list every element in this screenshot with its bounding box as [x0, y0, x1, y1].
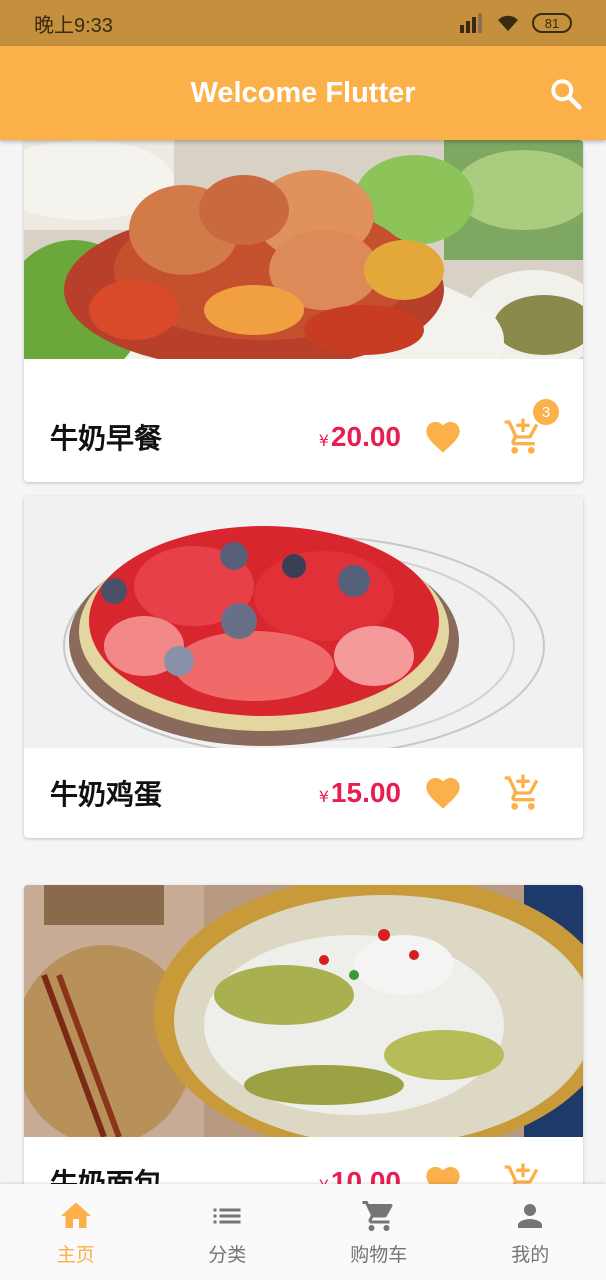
nav-label: 主页 [56, 1244, 95, 1266]
add-to-cart-button[interactable] [503, 1162, 543, 1184]
currency-symbol: ¥ [319, 1176, 329, 1185]
currency-symbol: ¥ [318, 430, 329, 450]
favorite-icon[interactable] [423, 1162, 463, 1184]
product-info-row: 牛奶早餐 ¥ 20.00 3 [24, 392, 583, 482]
product-list[interactable]: 牛奶早餐 ¥ 20.00 3 牛奶鸡蛋 ¥ 15.00 牛奶面包 10.00 [0, 140, 606, 1184]
nav-item-home[interactable]: 主页 [0, 1184, 152, 1280]
bottom-navigation: 主页 分类 购物车 我的 [0, 1184, 606, 1280]
nav-item-cart[interactable]: 购物车 [303, 1184, 455, 1280]
nav-item-profile[interactable]: 我的 [455, 1184, 606, 1280]
cart-count-badge: 3 [533, 399, 559, 425]
battery-icon: 81 [532, 13, 572, 33]
nav-label: 购物车 [350, 1244, 408, 1266]
product-card[interactable]: 牛奶面包 ¥ 10.00 [24, 885, 583, 1184]
add-to-cart-button[interactable]: 3 [503, 399, 559, 457]
list-icon [213, 1208, 241, 1224]
cart-icon [362, 1201, 393, 1231]
search-icon[interactable] [548, 76, 584, 112]
product-image-sweet-sour-pork [24, 140, 583, 392]
add-cart-icon [504, 418, 539, 454]
product-image-strawberry-tart [24, 496, 583, 748]
product-price: 20.00 [330, 421, 401, 452]
product-card[interactable]: 牛奶鸡蛋 ¥ 15.00 [24, 496, 583, 838]
product-name: 牛奶鸡蛋 [50, 778, 163, 811]
wifi-icon [498, 15, 518, 31]
favorite-icon[interactable] [423, 773, 463, 813]
add-cart-icon [504, 774, 539, 810]
status-time: 晚上9:33 [34, 14, 113, 37]
product-image-pickled-fish [24, 885, 583, 1137]
favorite-icon[interactable] [423, 417, 463, 457]
product-name: 牛奶早餐 [50, 422, 163, 455]
nav-label: 我的 [511, 1244, 550, 1266]
product-info-row: 牛奶鸡蛋 ¥ 15.00 [24, 748, 583, 838]
product-name: 牛奶面包 [50, 1167, 163, 1184]
product-price: 15.00 [330, 777, 401, 808]
add-cart-icon [504, 1163, 539, 1184]
product-price: 10.00 [330, 1166, 401, 1184]
status-icons: 81 [458, 13, 572, 33]
app-bar: Welcome Flutter [0, 46, 606, 140]
battery-level: 81 [544, 15, 560, 31]
signal-icon [460, 13, 482, 33]
home-icon [60, 1202, 91, 1228]
add-to-cart-button[interactable] [503, 773, 543, 813]
status-bar: 晚上9:33 81 [0, 0, 606, 46]
page-title: Welcome Flutter [190, 76, 416, 109]
product-card[interactable]: 牛奶早餐 ¥ 20.00 3 [24, 140, 583, 482]
nav-label: 分类 [208, 1244, 247, 1266]
nav-item-category[interactable]: 分类 [152, 1184, 304, 1280]
product-info-row: 牛奶面包 ¥ 10.00 [24, 1137, 583, 1184]
currency-symbol: ¥ [318, 786, 329, 806]
person-icon [518, 1204, 543, 1228]
